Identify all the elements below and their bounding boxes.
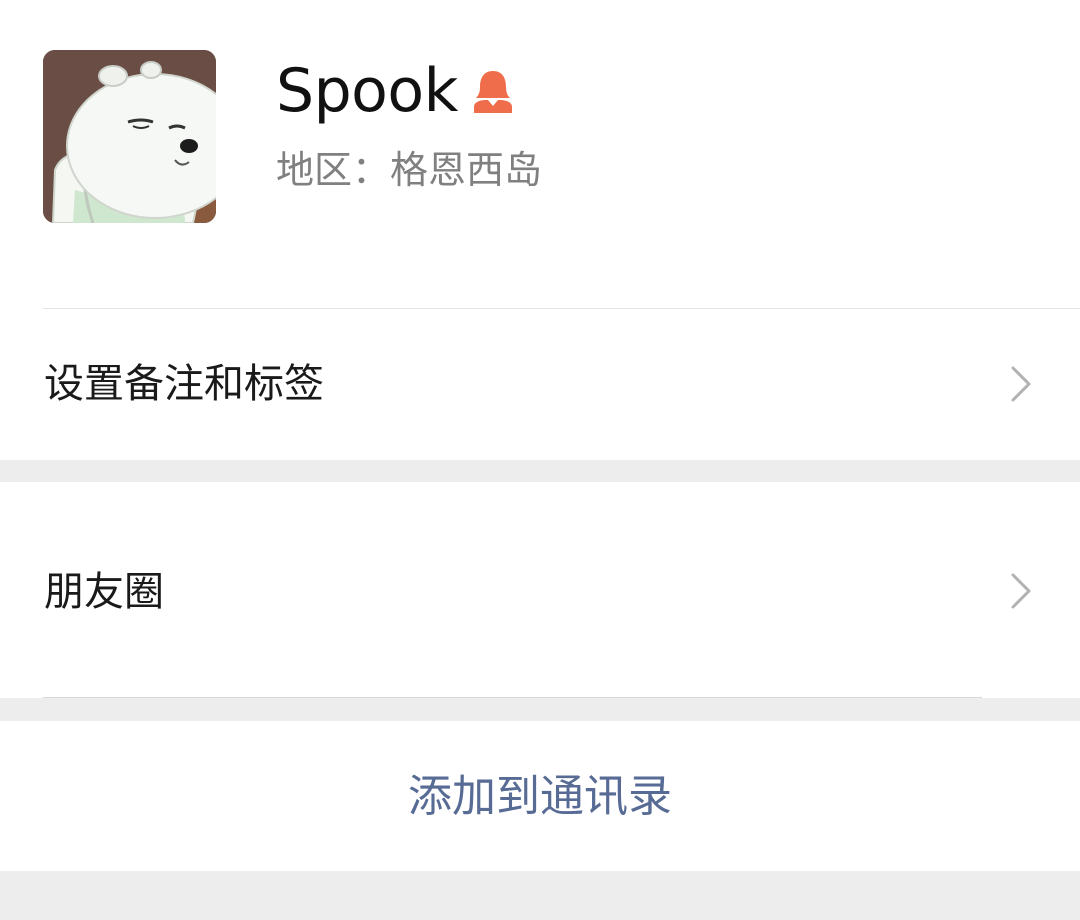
moments-label: 朋友圈 [44, 569, 164, 615]
chevron-right-icon [1011, 573, 1031, 609]
divider [43, 697, 982, 698]
region-text: 地区：格恩西岛 [276, 148, 543, 192]
profile-card: Spook 地区：格恩西岛 设置备注和标签 [0, 0, 1080, 460]
chevron-right-icon [1011, 366, 1031, 402]
remark-tags-row[interactable]: 设置备注和标签 [0, 309, 1080, 460]
name-row: Spook [276, 58, 514, 124]
moments-row[interactable]: 朋友圈 [0, 482, 1080, 698]
female-icon [472, 69, 514, 113]
add-to-contacts-button[interactable]: 添加到通讯录 [0, 721, 1080, 871]
polar-bear-avatar-icon [43, 50, 216, 223]
avatar[interactable] [43, 50, 216, 223]
add-to-contacts-label: 添加到通讯录 [408, 771, 672, 822]
remark-tags-label: 设置备注和标签 [44, 361, 324, 407]
contact-name: Spook [276, 56, 458, 126]
